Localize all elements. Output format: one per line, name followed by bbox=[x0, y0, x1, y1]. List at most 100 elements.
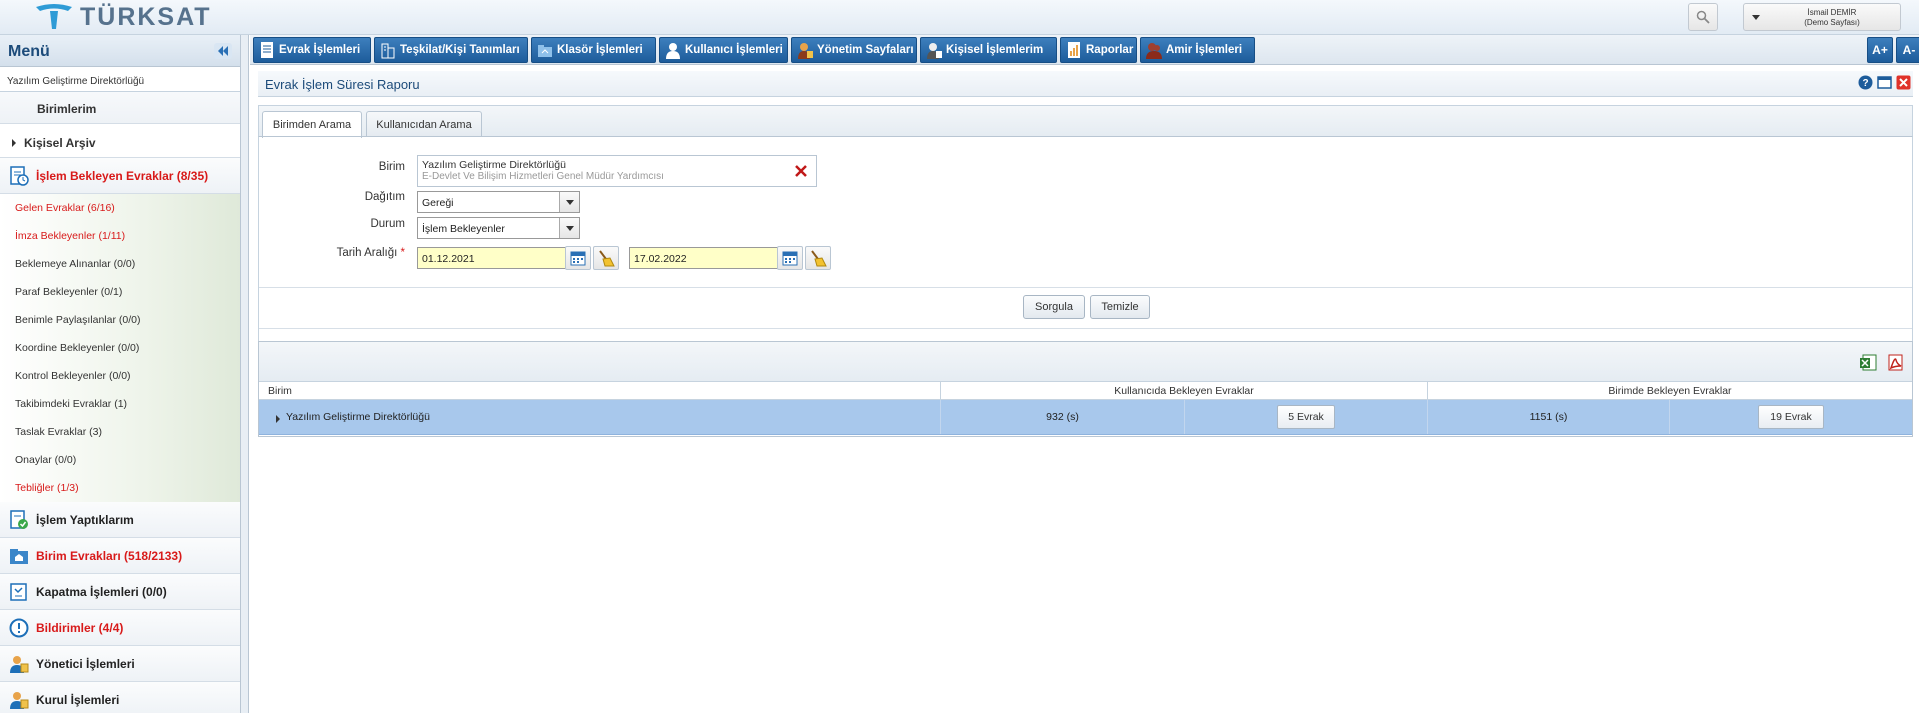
durum-select[interactable]: İşlem Bekleyenler bbox=[417, 217, 580, 239]
user-docs-button[interactable]: 5 Evrak bbox=[1277, 405, 1335, 429]
table-header: Birim Kullanıcıda Bekleyen Evraklar Biri… bbox=[259, 382, 1912, 400]
dagitim-label: Dağıtım bbox=[364, 191, 405, 203]
panel-header: Evrak İşlem Süresi Raporu ? bbox=[258, 71, 1913, 97]
help-icon[interactable]: ? bbox=[1858, 75, 1873, 90]
nav-label: Kişisel İşlemlerim bbox=[946, 44, 1044, 56]
broom-icon bbox=[811, 250, 827, 267]
sidebar-item-kisisel-arsiv[interactable]: Kişisel Arşiv bbox=[0, 124, 240, 158]
unit-docs-button[interactable]: 19 Evrak bbox=[1758, 405, 1824, 429]
birim-value: Yazılım Geliştirme Direktörlüğü bbox=[422, 159, 566, 171]
clear-birim-icon[interactable] bbox=[794, 164, 808, 178]
sidebar-group-yonetici-islemleri[interactable]: Yönetici İşlemleri bbox=[0, 646, 240, 682]
cell-user-docs: 5 Evrak bbox=[1185, 400, 1428, 434]
sidebar-item-birimlerim[interactable]: Birimlerim bbox=[0, 92, 240, 124]
birim-subvalue: E-Devlet Ve Bilişim Hizmetleri Genel Müd… bbox=[422, 171, 664, 182]
sidebar-subitem[interactable]: Benimle Paylaşılanlar (0/0) bbox=[0, 306, 240, 334]
sorgula-button[interactable]: Sorgula bbox=[1023, 295, 1085, 319]
date-end-calendar-button[interactable] bbox=[777, 246, 803, 270]
cell-unit-time: 1151 (s) bbox=[1428, 400, 1670, 434]
sidebar-subitem[interactable]: Paraf Bekleyenler (0/1) bbox=[0, 278, 240, 306]
sidebar-group-label: İşlem Yaptıklarım bbox=[36, 512, 134, 527]
dagitim-select[interactable]: Gereği bbox=[417, 191, 580, 213]
sidebar-subitem-label: Taslak Evraklar (3) bbox=[15, 426, 102, 438]
date-start-clear-button[interactable] bbox=[593, 246, 619, 270]
table-row[interactable]: Yazılım Geliştirme Direktörlüğü 932 (s) … bbox=[259, 400, 1912, 435]
pending-doc-icon bbox=[10, 165, 29, 186]
nav-amir-islemleri[interactable]: Amir İşlemleri bbox=[1140, 37, 1255, 63]
user-name: İsmail DEMİR bbox=[1807, 8, 1857, 17]
sidebar-splitter[interactable] bbox=[241, 35, 249, 713]
chevron-right-icon bbox=[12, 139, 16, 147]
sidebar-subitem[interactable]: Kontrol Bekleyenler (0/0) bbox=[0, 362, 240, 390]
cell-user-time: 932 (s) bbox=[941, 400, 1185, 434]
sidebar-group-kapatma-islemleri[interactable]: Kapatma İşlemleri (0/0) bbox=[0, 574, 240, 610]
column-header-unit-pending[interactable]: Birimde Bekleyen Evraklar bbox=[1428, 382, 1912, 399]
sidebar-group-label: Bildirimler (4/4) bbox=[36, 620, 124, 635]
sidebar-subitem[interactable]: Onaylar (0/0) bbox=[0, 446, 240, 474]
sidebar-subitem[interactable]: Gelen Evraklar (6/16) bbox=[0, 194, 240, 222]
sidebar-subitem-label: Paraf Bekleyenler (0/1) bbox=[15, 286, 123, 298]
nav-kullanici-islemleri[interactable]: Kullanıcı İşlemleri bbox=[659, 37, 788, 63]
sidebar-group-label: İşlem Bekleyen Evraklar (8/35) bbox=[36, 168, 209, 183]
collapse-sidebar-icon[interactable] bbox=[214, 42, 232, 60]
user-menu[interactable]: İsmail DEMİR (Demo Sayfası) bbox=[1743, 3, 1901, 31]
nav-kisisel-islemlerim[interactable]: Kişisel İşlemlerim bbox=[920, 37, 1057, 63]
nav-evrak-islemleri[interactable]: Evrak İşlemleri bbox=[253, 37, 371, 63]
nav-raporlar[interactable]: Raporlar bbox=[1060, 37, 1137, 63]
tab-kullanicidan-arama[interactable]: Kullanıcıdan Arama bbox=[366, 111, 482, 137]
board-icon bbox=[10, 691, 29, 709]
search-button[interactable] bbox=[1688, 3, 1718, 31]
window-icon[interactable] bbox=[1877, 75, 1892, 90]
search-icon bbox=[1696, 10, 1710, 24]
nav-klasor-islemleri[interactable]: Klasör İşlemleri bbox=[531, 37, 656, 63]
logo-text: TÜRKSAT bbox=[80, 2, 212, 31]
sidebar-subitem-label: Beklemeye Alınanlar (0/0) bbox=[15, 258, 136, 270]
sidebar-subitem-label: Tebliğler (1/3) bbox=[15, 482, 79, 494]
date-end-input[interactable]: 17.02.2022 bbox=[629, 247, 779, 269]
font-increase-button[interactable]: A+ bbox=[1867, 37, 1893, 63]
expand-row-icon[interactable] bbox=[276, 414, 280, 423]
nav-teskilat-kisi-tanimlari[interactable]: Teşkilat/Kişi Tanımları bbox=[374, 37, 528, 63]
date-end-clear-button[interactable] bbox=[805, 246, 831, 270]
sidebar-subitem[interactable]: Koordine Bekleyenler (0/0) bbox=[0, 334, 240, 362]
column-header-birim[interactable]: Birim bbox=[259, 382, 941, 399]
sidebar-subitem[interactable]: Beklemeye Alınanlar (0/0) bbox=[0, 250, 240, 278]
font-decrease-button[interactable]: A- bbox=[1896, 37, 1919, 63]
chevron-down-icon bbox=[559, 218, 579, 238]
report-icon bbox=[1068, 42, 1080, 58]
sidebar-group-pending[interactable]: İşlem Bekleyen Evraklar (8/35) bbox=[0, 158, 240, 194]
tarih-label: Tarih Aralığı * bbox=[285, 247, 405, 259]
sidebar-group-label: Kapatma İşlemleri (0/0) bbox=[36, 584, 167, 599]
main-content: Evrak İşlem Süresi Raporu ? Birimden Ara… bbox=[250, 65, 1919, 713]
turksat-logo[interactable]: TÜRKSAT bbox=[34, 2, 212, 32]
sidebar-department: Yazılım Geliştirme Direktörlüğü bbox=[0, 67, 240, 92]
nav-label: Klasör İşlemleri bbox=[557, 44, 643, 56]
excel-export-icon[interactable] bbox=[1860, 354, 1877, 371]
sidebar-group-bildirimler[interactable]: Bildirimler (4/4) bbox=[0, 610, 240, 646]
nav-yonetim-sayfalari[interactable]: Yönetim Sayfaları bbox=[791, 37, 917, 63]
building-icon bbox=[381, 43, 395, 59]
top-header: TÜRKSAT İsmail DEMİR (Demo Sayfası) bbox=[0, 0, 1919, 35]
sidebar-group-label: Kurul İşlemleri bbox=[36, 692, 120, 707]
manager-icon bbox=[10, 655, 29, 673]
sidebar-subitem[interactable]: Taslak Evraklar (3) bbox=[0, 418, 240, 446]
date-start-calendar-button[interactable] bbox=[565, 246, 591, 270]
sidebar-subitem[interactable]: İmza Bekleyenler (1/11) bbox=[0, 222, 240, 250]
panel-actions: ? bbox=[1858, 75, 1911, 90]
supervisor-icon bbox=[1146, 43, 1162, 59]
sidebar-group-birim-evraklari[interactable]: Birim Evrakları (518/2133) bbox=[0, 538, 240, 574]
sidebar-group-islem-yaptiklarim[interactable]: İşlem Yaptıklarım bbox=[0, 502, 240, 538]
pdf-export-icon[interactable] bbox=[1887, 354, 1904, 371]
close-icon[interactable] bbox=[1896, 75, 1911, 90]
tab-birimden-arama[interactable]: Birimden Arama bbox=[262, 111, 362, 138]
date-start-value: 01.12.2021 bbox=[422, 253, 475, 265]
temizle-button[interactable]: Temizle bbox=[1090, 295, 1150, 319]
column-header-user-pending[interactable]: Kullanıcıda Bekleyen Evraklar bbox=[941, 382, 1428, 399]
sidebar-subitem-label: Kontrol Bekleyenler (0/0) bbox=[15, 370, 131, 382]
sidebar-subitem[interactable]: Takibimdeki Evraklar (1) bbox=[0, 390, 240, 418]
date-start-input[interactable]: 01.12.2021 bbox=[417, 247, 567, 269]
close-doc-icon bbox=[10, 582, 27, 601]
sidebar-group-kurul-islemleri[interactable]: Kurul İşlemleri bbox=[0, 682, 240, 713]
sidebar-subitem[interactable]: Tebliğler (1/3) bbox=[0, 474, 240, 502]
birim-field[interactable]: Yazılım Geliştirme Direktörlüğü E-Devlet… bbox=[417, 155, 817, 187]
